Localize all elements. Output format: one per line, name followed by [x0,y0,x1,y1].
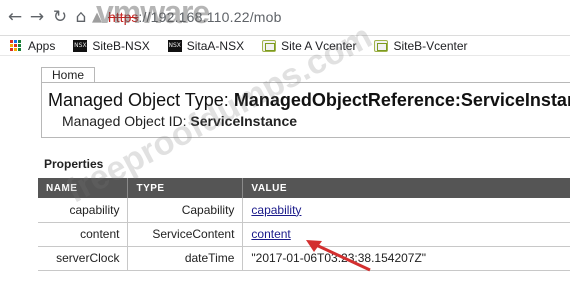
bookmark-sitea-nsx[interactable]: NSX SitaA-NSX [167,38,245,53]
url-path: ://192.168.110.22/mob [138,9,282,25]
url-scheme: https [108,9,139,25]
bookmark-label: SitaA-NSX [186,38,245,53]
property-type: ServiceContent [127,222,244,247]
content-link[interactable]: content [251,227,290,241]
mo-type-value: ManagedObjectReference:ServiceInstance [233,90,570,110]
table-header-row: NAME TYPE VALUE [38,178,570,198]
vcenter-icon [262,39,277,52]
browser-toolbar: ← → ↻ ⌂ ▲ https ://192.168.110.22/mob vm… [0,0,570,36]
table-row: content ServiceContent content [38,222,570,247]
property-type: dateTime [127,246,244,271]
mob-page: Home Managed Object Type: ManagedObjectR… [0,17,570,281]
table-row: serverClock dateTime "2017-01-06T03:23:3… [38,246,570,271]
bookmark-site-a-vcenter[interactable]: Site A Vcenter [262,39,356,53]
bookmark-siteb-nsx[interactable]: NSX SiteB-NSX [73,38,150,53]
bookmark-apps[interactable]: Apps [10,39,55,53]
vcenter-icon [374,39,389,52]
column-header-name: NAME [38,178,129,198]
server-clock-value: "2017-01-06T03:23:38.154207Z" [251,251,427,265]
back-arrow-icon[interactable]: ← [6,8,24,26]
mo-id-label: Managed Object ID: [62,113,187,129]
home-icon[interactable]: ⌂ [72,8,90,26]
nsx-icon: NSX [73,39,88,52]
properties-table: NAME TYPE VALUE capability Capability ca… [38,178,570,271]
managed-object-type: Managed Object Type: ManagedObjectRefere… [48,90,570,111]
property-name: capability [38,198,129,223]
property-value: content [242,222,570,247]
table-row: capability Capability capability [38,198,570,223]
apps-grid-icon [10,39,22,52]
bookmarks-bar: Apps NSX SiteB-NSX NSX SitaA-NSX Site A … [0,36,570,56]
mo-type-label: Managed Object Type: [48,90,229,110]
bookmark-label: Apps [28,38,56,53]
bookmark-siteb-vcenter[interactable]: SiteB-Vcenter [374,38,468,53]
home-tab[interactable]: Home [41,67,96,83]
property-value: capability [242,198,570,223]
capability-link[interactable]: capability [251,203,301,217]
bookmark-label: SiteB-Vcenter [393,38,468,53]
column-header-value: VALUE [242,178,570,198]
bookmark-label: SiteB-NSX [92,38,150,53]
not-secure-warning-icon[interactable]: ▲ [92,10,102,25]
properties-heading: Properties [44,157,104,171]
property-value: "2017-01-06T03:23:38.154207Z" [242,246,570,271]
bookmark-label: Site A Vcenter [281,38,357,53]
managed-object-header: Managed Object Type: ManagedObjectRefere… [41,82,570,138]
column-header-type: TYPE [127,178,244,198]
nsx-icon: NSX [167,39,182,52]
address-bar[interactable]: ▲ https ://192.168.110.22/mob [92,4,562,30]
mo-id-value: ServiceInstance [190,113,298,129]
forward-arrow-icon[interactable]: → [28,8,46,26]
property-type: Capability [127,198,244,223]
managed-object-id: Managed Object ID: ServiceInstance [62,113,297,129]
property-name: content [38,222,129,247]
property-name: serverClock [38,246,129,271]
reload-icon[interactable]: ↻ [51,8,69,26]
